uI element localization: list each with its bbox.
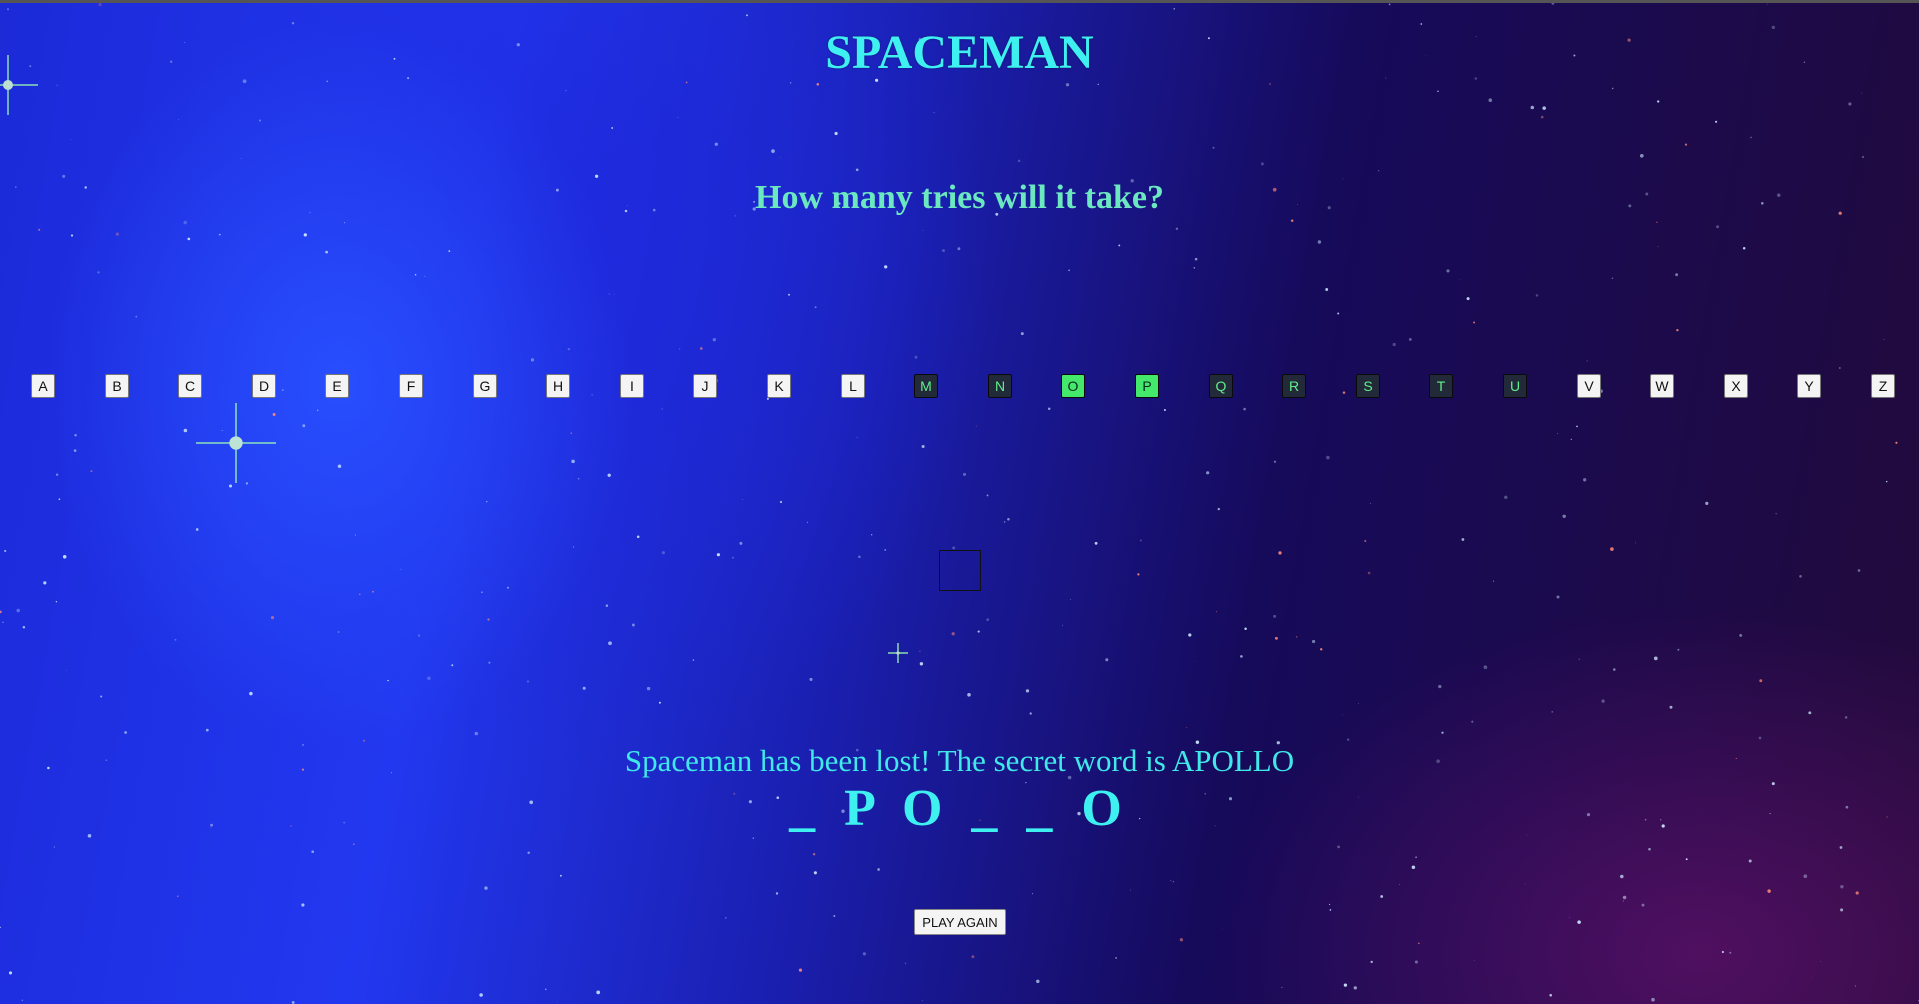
letter-button-u[interactable]: U bbox=[1503, 374, 1527, 398]
letter-button-a[interactable]: A bbox=[31, 374, 55, 398]
letter-button-r[interactable]: R bbox=[1282, 374, 1306, 398]
letter-button-i[interactable]: I bbox=[620, 374, 644, 398]
game-screen: SPACEMAN How many tries will it take? A B… bbox=[0, 0, 1919, 1004]
play-again-button[interactable]: PLAY AGAIN bbox=[914, 909, 1006, 935]
letter-buttons: A B C D E F G H I J K L M N O P Q R S T U V W X Y Z bbox=[31, 374, 1895, 398]
letter-button-f[interactable]: F bbox=[399, 374, 423, 398]
letter-button-e[interactable]: E bbox=[325, 374, 349, 398]
letter-button-p[interactable]: P bbox=[1135, 374, 1159, 398]
letter-button-h[interactable]: H bbox=[546, 374, 570, 398]
secret-word-display: _ P O _ _ O bbox=[789, 780, 1130, 837]
letter-button-w[interactable]: W bbox=[1650, 374, 1674, 398]
result-message: Spaceman has been lost! The secret word … bbox=[624, 743, 1295, 778]
letter-button-b[interactable]: B bbox=[105, 374, 129, 398]
letter-button-l[interactable]: L bbox=[841, 374, 865, 398]
letter-button-m[interactable]: M bbox=[914, 374, 938, 398]
letter-button-k[interactable]: K bbox=[767, 374, 791, 398]
game-subtitle: How many tries will it take? bbox=[755, 179, 1164, 216]
letter-button-g[interactable]: G bbox=[473, 374, 497, 398]
letter-button-t[interactable]: T bbox=[1429, 374, 1453, 398]
letter-button-c[interactable]: C bbox=[178, 374, 202, 398]
letter-button-z[interactable]: Z bbox=[1871, 374, 1895, 398]
starfield-background bbox=[0, 3, 1919, 1004]
letter-button-x[interactable]: X bbox=[1724, 374, 1748, 398]
spaceman-image-placeholder bbox=[939, 550, 981, 591]
letter-button-q[interactable]: Q bbox=[1209, 374, 1233, 398]
letter-button-y[interactable]: Y bbox=[1797, 374, 1821, 398]
letter-button-s[interactable]: S bbox=[1356, 374, 1380, 398]
letter-button-n[interactable]: N bbox=[988, 374, 1012, 398]
letter-button-d[interactable]: D bbox=[252, 374, 276, 398]
letter-button-o[interactable]: O bbox=[1061, 374, 1085, 398]
letter-button-v[interactable]: V bbox=[1577, 374, 1601, 398]
game-title: SPACEMAN bbox=[825, 26, 1094, 79]
letter-button-j[interactable]: J bbox=[693, 374, 717, 398]
